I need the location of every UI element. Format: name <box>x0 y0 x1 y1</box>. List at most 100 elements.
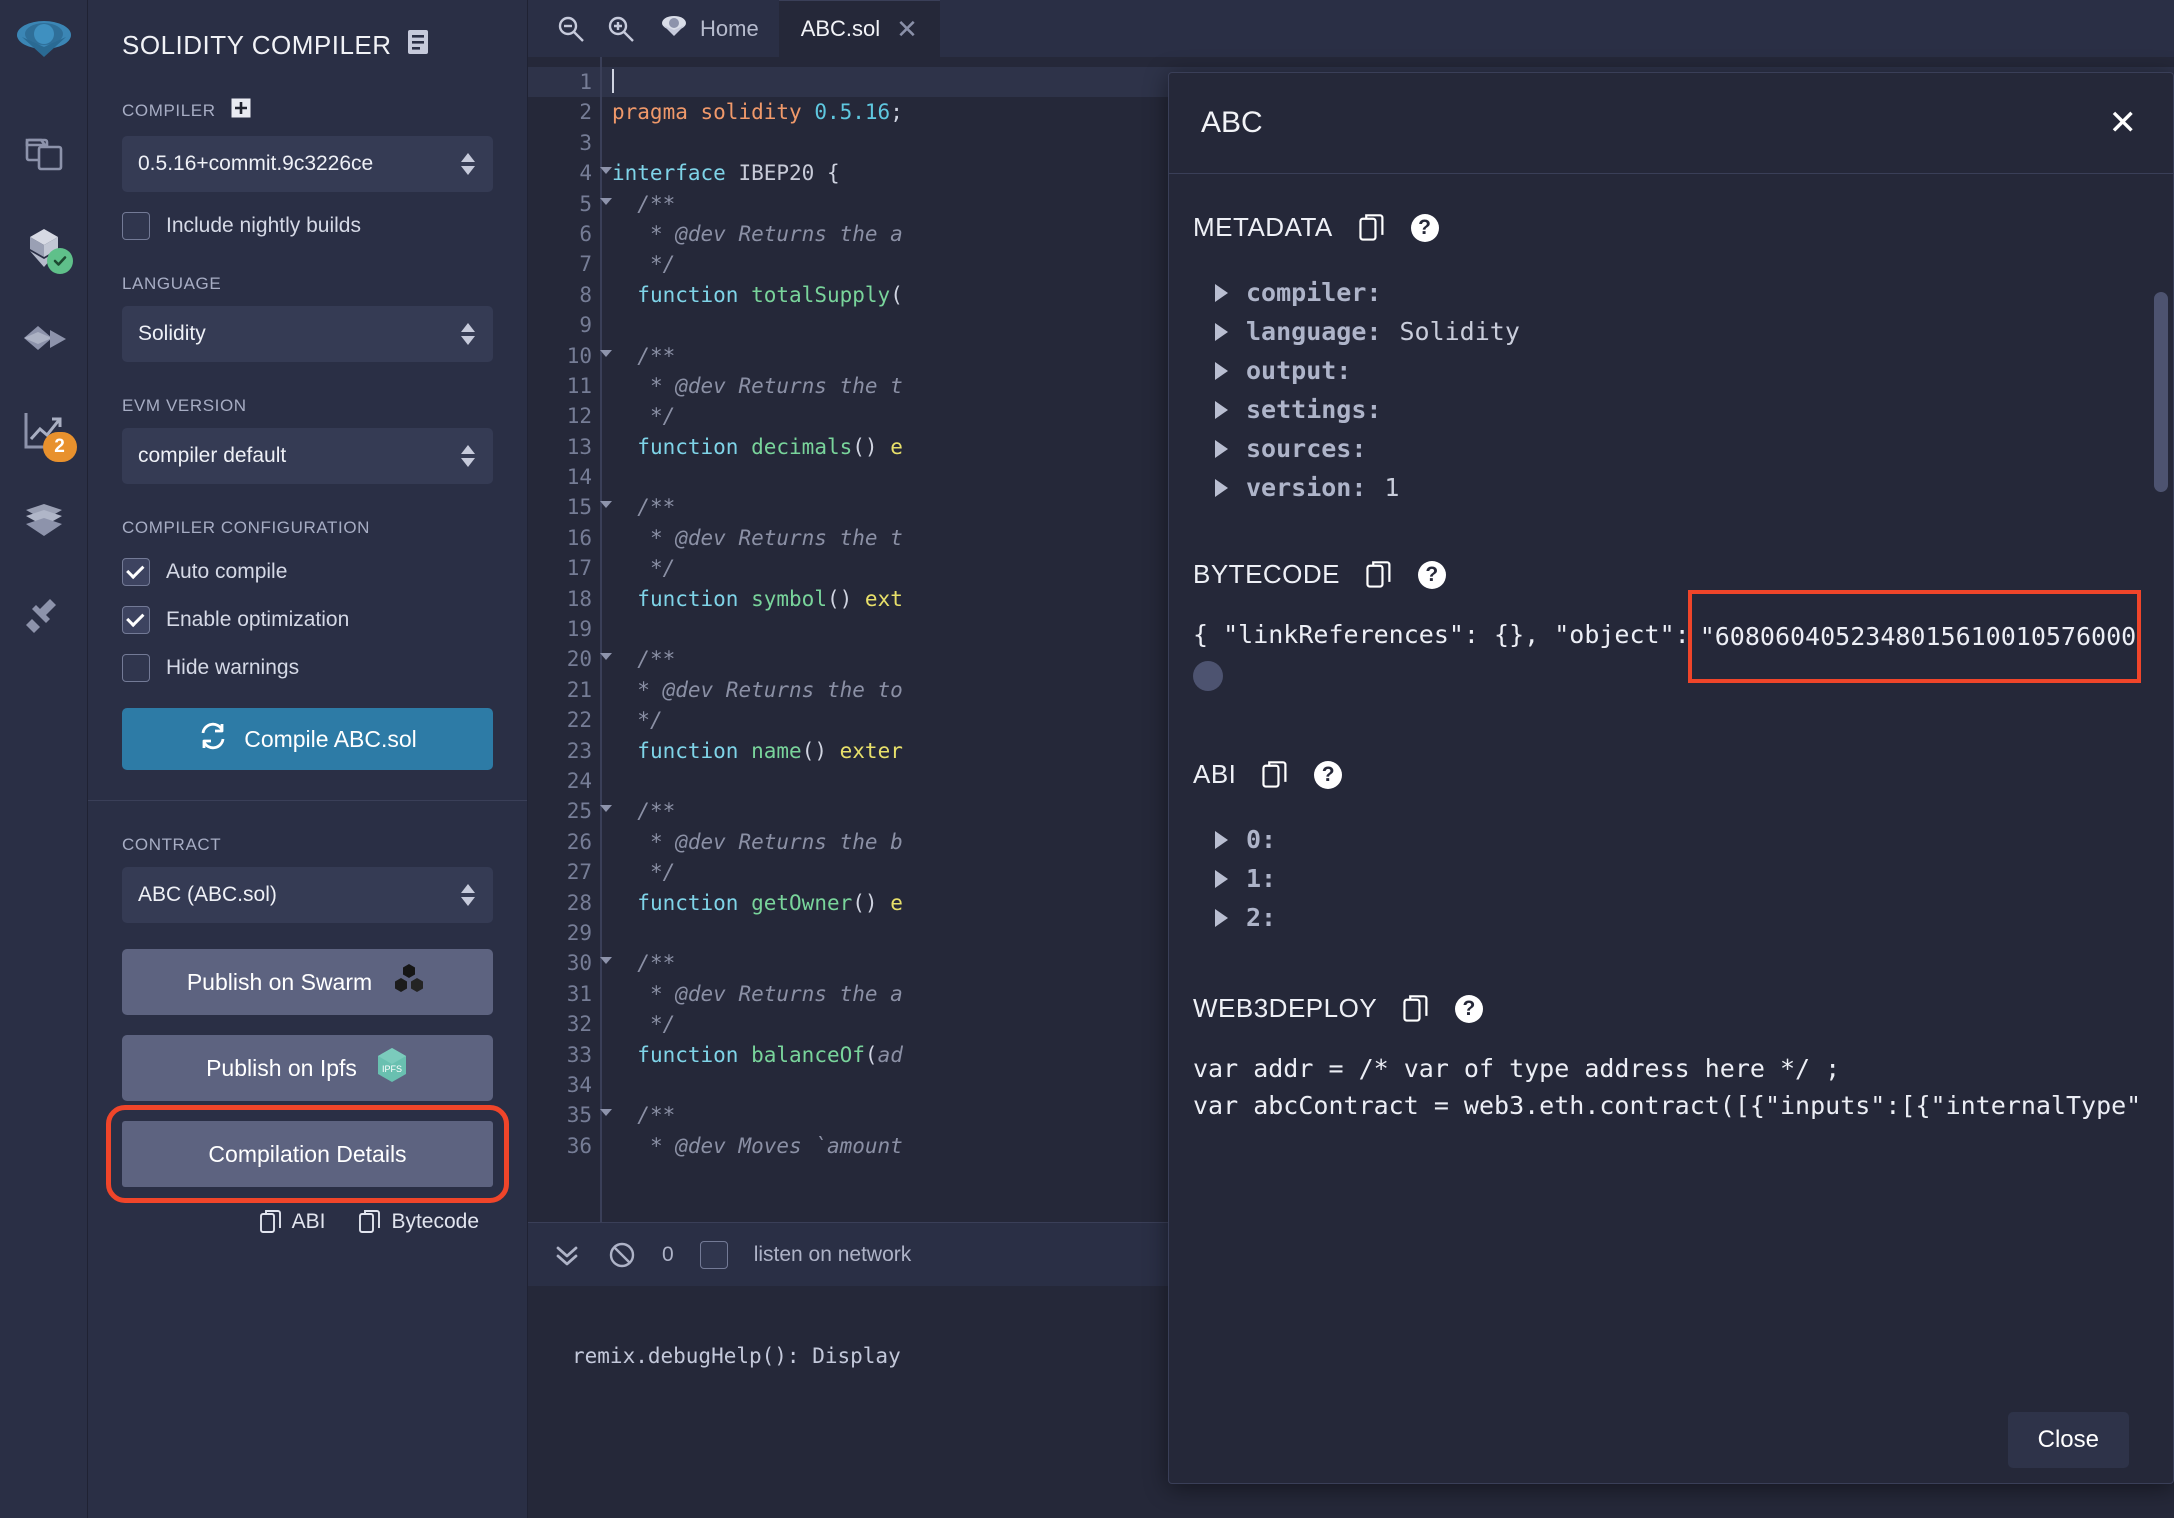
line-number: 35 <box>528 1100 600 1130</box>
web3deploy-section-header: WEB3DEPLOY ? <box>1193 993 2137 1024</box>
copy-metadata-icon[interactable] <box>1359 213 1385 243</box>
enable-optimization-row[interactable]: Enable optimization <box>122 606 493 634</box>
compiler-version-select[interactable]: 0.5.16+commit.9c3226ce <box>122 136 493 192</box>
bytecode-object-highlighted[interactable]: "60806040523480156100105760008 <box>1692 594 2137 679</box>
sidebar-item-plugin-manager[interactable] <box>13 584 75 646</box>
line-number: 30 <box>528 948 600 978</box>
chevron-right-icon[interactable] <box>1215 362 1228 380</box>
auto-compile-checkbox[interactable] <box>122 558 150 586</box>
sidebar-item-file-explorers[interactable] <box>13 124 75 186</box>
chevron-right-icon[interactable] <box>1215 479 1228 497</box>
fold-arrow-icon[interactable] <box>600 198 612 205</box>
tab-abc-sol[interactable]: ABC.sol ✕ <box>779 0 940 57</box>
include-nightly-builds-checkbox[interactable] <box>122 212 150 240</box>
metadata-row[interactable]: language:Solidity <box>1193 312 2137 351</box>
clear-console-icon[interactable] <box>608 1241 636 1269</box>
fold-arrow-icon[interactable] <box>600 653 612 660</box>
sidebar-item-solidity-compiler[interactable] <box>13 216 75 278</box>
solidity-compiler-panel: SOLIDITY COMPILER COMPILER 0.5.16+commit… <box>88 0 528 1518</box>
contract-label: CONTRACT <box>122 835 493 855</box>
web3deploy-line-1: var addr = /* var of type address here *… <box>1193 1054 2137 1083</box>
copy-bytecode-icon[interactable] <box>1366 560 1392 590</box>
metadata-row[interactable]: version:1 <box>1193 468 2137 507</box>
hide-warnings-row[interactable]: Hide warnings <box>122 654 493 682</box>
include-nightly-builds-label: Include nightly builds <box>166 214 361 238</box>
line-number: 10 <box>528 341 600 371</box>
fold-arrow-icon[interactable] <box>600 501 612 508</box>
panel-title: SOLIDITY COMPILER <box>88 0 527 63</box>
metadata-help-icon[interactable]: ? <box>1411 214 1439 242</box>
bytecode-value-row: { "linkReferences": {}, "object": "60806… <box>1193 620 2137 705</box>
contract-section: CONTRACT ABC (ABC.sol) Publish on Swarm … <box>88 801 527 1235</box>
tab-home[interactable]: Home <box>646 0 779 57</box>
web3deploy-help-icon[interactable]: ? <box>1455 995 1483 1023</box>
fold-arrow-icon[interactable] <box>600 957 612 964</box>
sidebar-item-analysis[interactable]: 2 <box>13 400 75 462</box>
tab-home-label: Home <box>700 16 759 42</box>
copy-abi-icon[interactable] <box>1262 760 1288 790</box>
modal-close-button[interactable]: Close <box>2008 1412 2129 1468</box>
abi-row[interactable]: 2: <box>1193 898 2137 937</box>
copy-abi-button[interactable]: ABI <box>260 1209 326 1235</box>
zoom-in-icon[interactable] <box>596 14 646 44</box>
publish-on-ipfs-button[interactable]: Publish on Ipfs IPFS <box>122 1035 493 1101</box>
chevron-right-icon[interactable] <box>1215 909 1228 927</box>
contract-spinner-icon <box>461 884 475 906</box>
sidebar-item-testing[interactable] <box>13 492 75 554</box>
collapse-terminal-icon[interactable] <box>552 1243 582 1267</box>
hide-warnings-label: Hide warnings <box>166 656 299 680</box>
fold-arrow-icon[interactable] <box>600 1109 612 1116</box>
zoom-out-icon[interactable] <box>546 14 596 44</box>
metadata-title: METADATA <box>1193 212 1333 243</box>
tree-key: compiler: <box>1246 278 1381 307</box>
web3deploy-title: WEB3DEPLOY <box>1193 993 1377 1024</box>
enable-optimization-checkbox[interactable] <box>122 606 150 634</box>
chevron-right-icon[interactable] <box>1215 284 1228 302</box>
metadata-row[interactable]: output: <box>1193 351 2137 390</box>
language-select[interactable]: Solidity <box>122 306 493 362</box>
include-nightly-builds-row[interactable]: Include nightly builds <box>122 212 493 240</box>
modal-body: METADATA ? compiler: language:Solidityout… <box>1169 174 2173 1397</box>
bytecode-expand-toggle[interactable] <box>1193 661 1223 691</box>
modal-scrollbar[interactable] <box>2154 292 2168 492</box>
chevron-right-icon[interactable] <box>1215 323 1228 341</box>
refresh-icon <box>198 721 228 757</box>
compiler-label-row: COMPILER <box>122 97 493 124</box>
close-icon[interactable]: ✕ <box>896 14 918 45</box>
line-number: 18 <box>528 584 600 614</box>
documentation-icon[interactable] <box>406 28 430 63</box>
metadata-row[interactable]: settings: <box>1193 390 2137 429</box>
chevron-right-icon[interactable] <box>1215 870 1228 888</box>
contract-select[interactable]: ABC (ABC.sol) <box>122 867 493 923</box>
evm-version-select[interactable]: compiler default <box>122 428 493 484</box>
listen-on-network-checkbox[interactable] <box>700 1241 728 1269</box>
metadata-row[interactable]: sources: <box>1193 429 2137 468</box>
compilation-details-button[interactable]: Compilation Details <box>122 1121 493 1187</box>
fold-arrow-icon[interactable] <box>600 350 612 357</box>
line-number: 25 <box>528 796 600 826</box>
fold-arrow-icon[interactable] <box>600 167 612 174</box>
fold-arrow-icon[interactable] <box>600 805 612 812</box>
bytecode-help-icon[interactable]: ? <box>1418 561 1446 589</box>
abi-row[interactable]: 1: <box>1193 859 2137 898</box>
modal-close-icon[interactable]: ✕ <box>2109 106 2138 140</box>
copy-actions-row: ABI Bytecode <box>122 1195 493 1235</box>
metadata-row[interactable]: compiler: <box>1193 273 2137 312</box>
sidebar-item-deploy-run[interactable] <box>13 308 75 370</box>
chevron-right-icon[interactable] <box>1215 831 1228 849</box>
abi-row[interactable]: 0: <box>1193 820 2137 859</box>
copy-bytecode-button[interactable]: Bytecode <box>359 1209 479 1235</box>
home-remix-icon <box>660 12 688 46</box>
publish-on-swarm-button[interactable]: Publish on Swarm <box>122 949 493 1015</box>
chevron-right-icon[interactable] <box>1215 401 1228 419</box>
copy-web3deploy-icon[interactable] <box>1403 994 1429 1024</box>
chevron-right-icon[interactable] <box>1215 440 1228 458</box>
remix-ide-window: 2 SOLIDITY COMPILER COMPILER <box>0 0 2174 1518</box>
abi-help-icon[interactable]: ? <box>1314 761 1342 789</box>
line-number-gutter: 1234567891011121314151617181920212223242… <box>528 57 600 1222</box>
add-custom-compiler-icon[interactable] <box>230 97 252 124</box>
compile-button[interactable]: Compile ABC.sol <box>122 708 493 770</box>
auto-compile-row[interactable]: Auto compile <box>122 558 493 586</box>
hide-warnings-checkbox[interactable] <box>122 654 150 682</box>
line-number: 29 <box>528 918 600 948</box>
